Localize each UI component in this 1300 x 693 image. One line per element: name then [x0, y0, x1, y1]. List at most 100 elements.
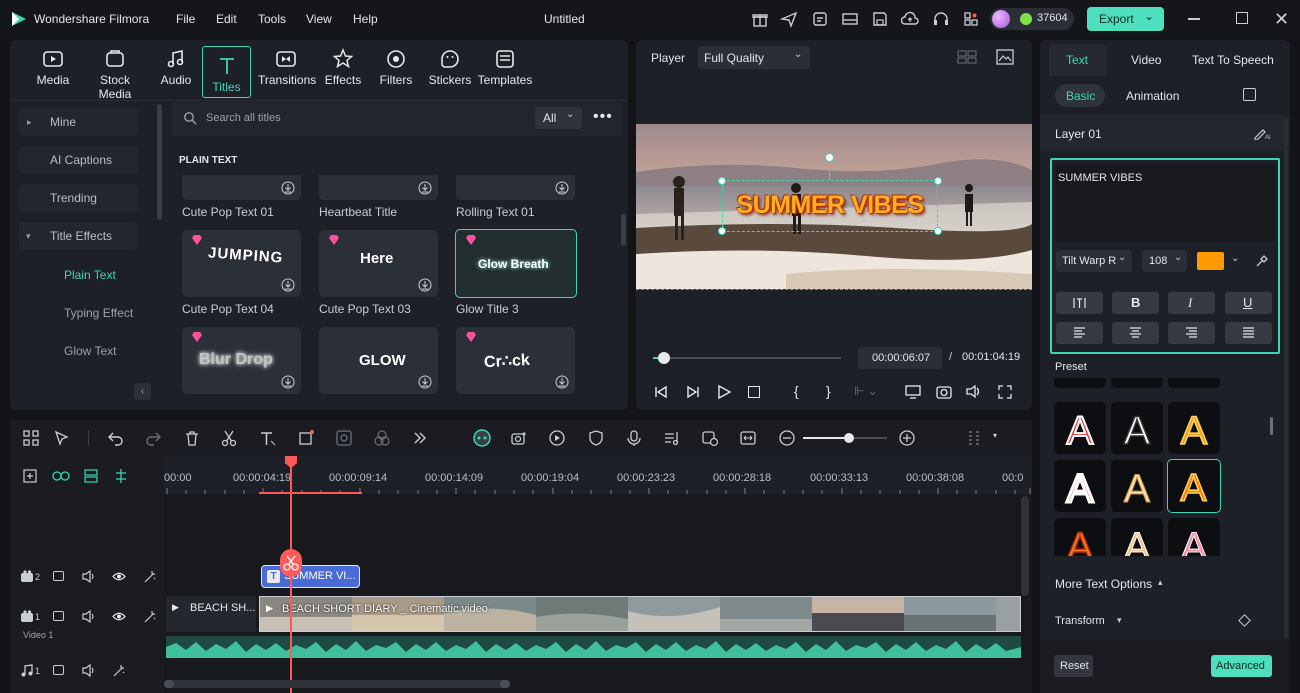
search-input[interactable]: Search all titles: [206, 112, 281, 124]
resize-handle[interactable]: [718, 177, 726, 185]
justify-button[interactable]: [1225, 322, 1272, 344]
timeline-h-scrollbar[interactable]: [164, 680, 510, 688]
tab-text-to-speech[interactable]: Text To Speech: [1192, 53, 1274, 67]
auto-enhance-icon[interactable]: [143, 610, 157, 623]
step-forward-icon[interactable]: [686, 385, 700, 399]
eye-icon[interactable]: [112, 611, 126, 622]
gift-icon[interactable]: [751, 10, 769, 28]
save-preset-icon[interactable]: [1243, 88, 1256, 101]
scroll-handle-right[interactable]: [500, 680, 510, 688]
ai-assistant-icon[interactable]: [472, 428, 492, 448]
tab-audio[interactable]: Audio: [148, 48, 204, 96]
fullscreen-icon[interactable]: [998, 385, 1012, 399]
fit-icon[interactable]: [739, 429, 757, 447]
progress-handle[interactable]: [658, 352, 670, 364]
preset-item[interactable]: A: [1168, 402, 1220, 454]
volume-icon[interactable]: [82, 610, 96, 623]
tab-video[interactable]: Video: [1131, 53, 1161, 67]
preset-item[interactable]: A: [1111, 518, 1163, 556]
sidebar-item-title-effects[interactable]: ▾ Title Effects: [19, 222, 138, 250]
title-thumbnail[interactable]: [319, 175, 438, 200]
snapshot-icon[interactable]: [936, 384, 952, 399]
video-preview[interactable]: SUMMER VIBES: [636, 124, 1032, 290]
delete-icon[interactable]: [183, 429, 201, 447]
audio-waveform[interactable]: [166, 636, 1021, 658]
shield-icon[interactable]: [587, 429, 605, 447]
chevron-down-icon[interactable]: ⌄: [1231, 253, 1239, 264]
volume-icon[interactable]: [82, 570, 96, 583]
menu-help[interactable]: Help: [353, 12, 378, 26]
play-icon[interactable]: [717, 385, 731, 399]
italic-button[interactable]: I: [1168, 292, 1215, 314]
ai-edit-icon[interactable]: AI: [1253, 126, 1271, 140]
caret-down-icon[interactable]: ▾: [993, 431, 997, 440]
menu-file[interactable]: File: [176, 12, 195, 26]
select-tool-icon[interactable]: [53, 429, 71, 447]
title-thumbnail[interactable]: Cr∴ck: [456, 327, 575, 394]
text-tool-icon[interactable]: [258, 429, 276, 447]
timeline-v-scrollbar[interactable]: [1021, 496, 1029, 596]
snap-icon[interactable]: [113, 468, 131, 486]
sidebar-subitem-plain-text[interactable]: Plain Text: [64, 268, 116, 282]
tab-filters[interactable]: Filters: [368, 48, 424, 96]
title-thumbnail[interactable]: Here: [319, 230, 438, 297]
panel-scrollbar[interactable]: [1284, 118, 1288, 638]
folder-icon[interactable]: [53, 571, 64, 581]
folder-icon[interactable]: [53, 611, 64, 621]
caret-up-icon[interactable]: ▴: [1158, 577, 1163, 588]
preset-item[interactable]: A: [1168, 518, 1220, 556]
download-icon[interactable]: [281, 278, 295, 292]
align-right-button[interactable]: [1168, 322, 1215, 344]
rotate-handle[interactable]: [825, 153, 834, 162]
browser-scrollbar[interactable]: [621, 214, 626, 246]
cloud-upload-icon[interactable]: [901, 10, 919, 28]
title-thumbnail[interactable]: GLOW: [319, 327, 438, 394]
download-icon[interactable]: [555, 181, 569, 195]
text-spacing-button[interactable]: [1056, 292, 1103, 314]
progress-track[interactable]: [653, 357, 841, 359]
mask-icon[interactable]: [335, 429, 353, 447]
display-icon[interactable]: [905, 385, 921, 399]
eye-icon[interactable]: [112, 571, 126, 582]
transform-label[interactable]: Transform: [1055, 615, 1105, 627]
tab-transitions[interactable]: Transitions: [258, 48, 316, 96]
split-button[interactable]: [280, 549, 302, 577]
align-center-button[interactable]: [1112, 322, 1159, 344]
audio-mixer-icon[interactable]: [663, 429, 681, 447]
layout-grid-icon[interactable]: [22, 429, 40, 447]
tab-stock-media[interactable]: Stock Media: [82, 48, 148, 101]
more-text-options[interactable]: More Text Options: [1055, 577, 1152, 591]
title-thumbnail-selected[interactable]: Glow Breath: [455, 229, 577, 298]
send-icon[interactable]: [780, 10, 798, 28]
sidebar-subitem-glow-text[interactable]: Glow Text: [64, 344, 116, 358]
scroll-handle-left[interactable]: [164, 680, 174, 688]
zoom-out-icon[interactable]: [778, 429, 796, 447]
tab-media[interactable]: Media: [25, 48, 81, 96]
download-icon[interactable]: [281, 181, 295, 195]
menu-edit[interactable]: Edit: [216, 12, 237, 26]
quality-select[interactable]: Full Quality ⌄: [698, 46, 810, 69]
bold-button[interactable]: B: [1112, 292, 1159, 314]
eyedropper-icon[interactable]: [1256, 255, 1268, 267]
credits-badge[interactable]: 37604: [990, 8, 1074, 30]
auto-enhance-icon[interactable]: [143, 570, 157, 583]
preset-item[interactable]: A: [1111, 402, 1163, 454]
preset-item[interactable]: [1168, 378, 1220, 388]
close-icon[interactable]: ✕: [1274, 9, 1289, 30]
preset-item[interactable]: [1111, 378, 1163, 388]
title-thumbnail[interactable]: [456, 175, 575, 200]
sidebar-item-trending[interactable]: Trending: [19, 184, 138, 212]
collapse-sidebar-button[interactable]: ‹: [134, 383, 151, 400]
font-select[interactable]: Tilt Warp R ⌄: [1056, 250, 1132, 272]
grid-view-icon[interactable]: [957, 50, 977, 64]
zoom-slider-handle[interactable]: [844, 433, 854, 443]
auto-reframe-icon[interactable]: [510, 429, 528, 447]
subtab-animation[interactable]: Animation: [1126, 89, 1179, 103]
add-track-icon[interactable]: [22, 468, 40, 486]
reset-button[interactable]: Reset: [1054, 655, 1093, 677]
media-replace-icon[interactable]: [701, 429, 719, 447]
zoom-in-icon[interactable]: [898, 429, 916, 447]
minimize-icon[interactable]: [1188, 18, 1200, 20]
microphone-icon[interactable]: [625, 429, 643, 447]
speed-icon[interactable]: [548, 429, 566, 447]
